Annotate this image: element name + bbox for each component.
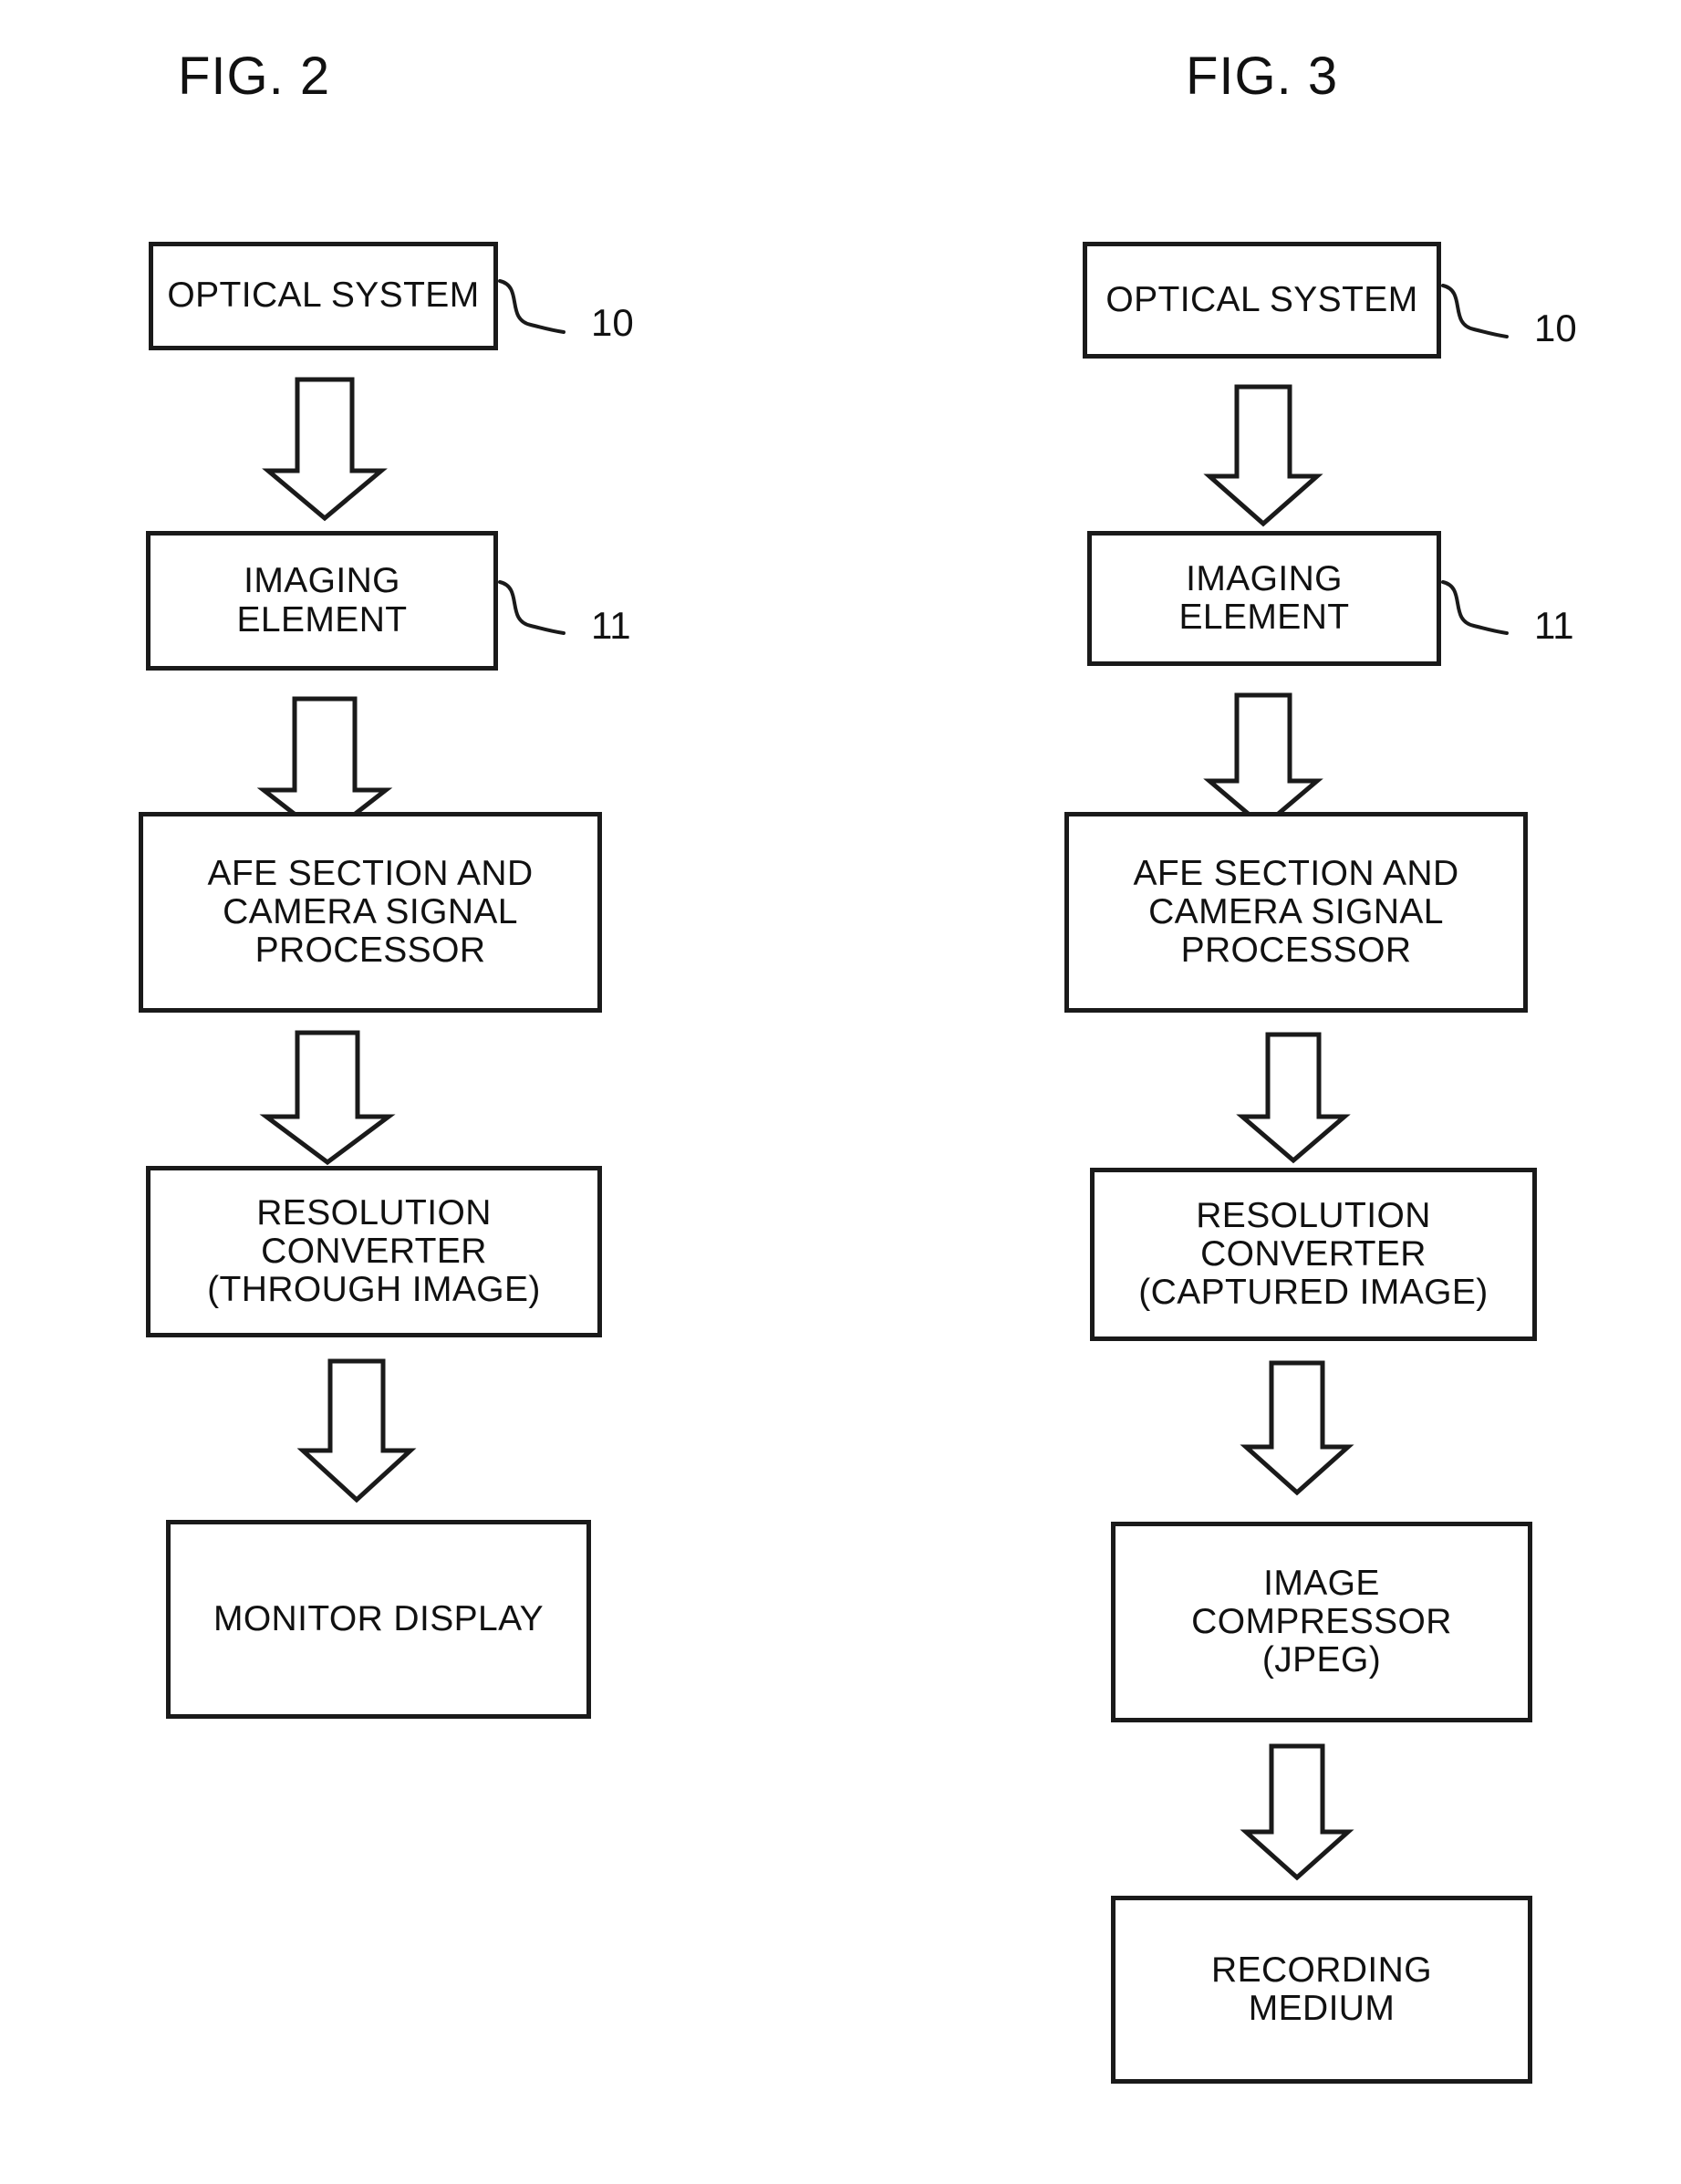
fig2-ref-11-leader <box>498 575 598 657</box>
fig2-node-monitor-display-label: MONITOR DISPLAY <box>213 1598 545 1638</box>
fig3-arrow-afe-to-resolution <box>1236 1031 1351 1164</box>
fig3-ref-10-leader <box>1441 278 1541 360</box>
fig2-node-resolution-converter: RESOLUTION CONVERTER (THROUGH IMAGE) <box>146 1166 602 1337</box>
fig3-ref-10-numeral: 10 <box>1534 307 1577 349</box>
fig3-node-recording-medium: RECORDING MEDIUM <box>1111 1896 1532 2084</box>
fig2-ref-10-numeral: 10 <box>591 301 634 344</box>
fig2-node-optical-system-label: OPTICAL SYSTEM <box>167 276 480 316</box>
fig2-ref-10-leader <box>498 274 598 356</box>
fig3-node-resolution-converter-label: RESOLUTION CONVERTER (CAPTURED IMAGE) <box>1138 1195 1489 1313</box>
fig2-arrow-resolution-to-monitor <box>296 1357 417 1503</box>
fig2-node-optical-system: OPTICAL SYSTEM <box>149 242 498 350</box>
fig2-arrow-optical-to-imaging <box>262 376 388 522</box>
fig3-arrow-resolution-to-compressor <box>1240 1359 1354 1496</box>
fig2-ref-11-numeral: 11 <box>591 604 631 647</box>
fig3-arrow-imaging-to-afe <box>1203 692 1323 830</box>
fig2-node-afe-camera-signal-processor-label: AFE SECTION AND CAMERA SIGNAL PROCESSOR <box>207 853 534 971</box>
fig3-node-afe-camera-signal-processor: AFE SECTION AND CAMERA SIGNAL PROCESSOR <box>1064 812 1528 1013</box>
fig3-arrow-optical-to-imaging <box>1203 383 1323 527</box>
fig2-node-monitor-display: MONITOR DISPLAY <box>166 1520 591 1719</box>
fig3-node-optical-system-label: OPTICAL SYSTEM <box>1105 279 1418 319</box>
fig3-arrow-compressor-to-recording <box>1240 1742 1354 1881</box>
fig3-node-recording-medium-label: RECORDING MEDIUM <box>1211 1950 1432 2028</box>
fig2-node-imaging-element: IMAGING ELEMENT <box>146 531 498 671</box>
fig3-node-image-compressor: IMAGE COMPRESSOR (JPEG) <box>1111 1522 1532 1722</box>
fig2-arrow-afe-to-resolution <box>259 1029 396 1166</box>
fig3-node-imaging-element: IMAGING ELEMENT <box>1087 531 1441 666</box>
fig3-node-imaging-element-label: IMAGING ELEMENT <box>1178 558 1350 637</box>
fig3-node-afe-camera-signal-processor-label: AFE SECTION AND CAMERA SIGNAL PROCESSOR <box>1133 853 1459 971</box>
fig3-ref-11-numeral: 11 <box>1534 604 1574 647</box>
fig3-node-image-compressor-label: IMAGE COMPRESSOR (JPEG) <box>1191 1563 1452 1680</box>
figure-3-title: FIG. 3 <box>1186 47 1339 106</box>
figure-2-title: FIG. 2 <box>178 47 331 106</box>
figure-sheet: FIG. 2 OPTICAL SYSTEM 10 IMAGING ELEMENT… <box>0 0 1681 2184</box>
fig2-node-imaging-element-label: IMAGING ELEMENT <box>236 561 408 640</box>
fig3-node-optical-system: OPTICAL SYSTEM <box>1083 242 1441 359</box>
fig3-ref-11-leader <box>1441 575 1541 657</box>
fig2-node-resolution-converter-label: RESOLUTION CONVERTER (THROUGH IMAGE) <box>207 1192 541 1310</box>
fig3-node-resolution-converter: RESOLUTION CONVERTER (CAPTURED IMAGE) <box>1090 1168 1537 1341</box>
fig2-node-afe-camera-signal-processor: AFE SECTION AND CAMERA SIGNAL PROCESSOR <box>139 812 602 1013</box>
